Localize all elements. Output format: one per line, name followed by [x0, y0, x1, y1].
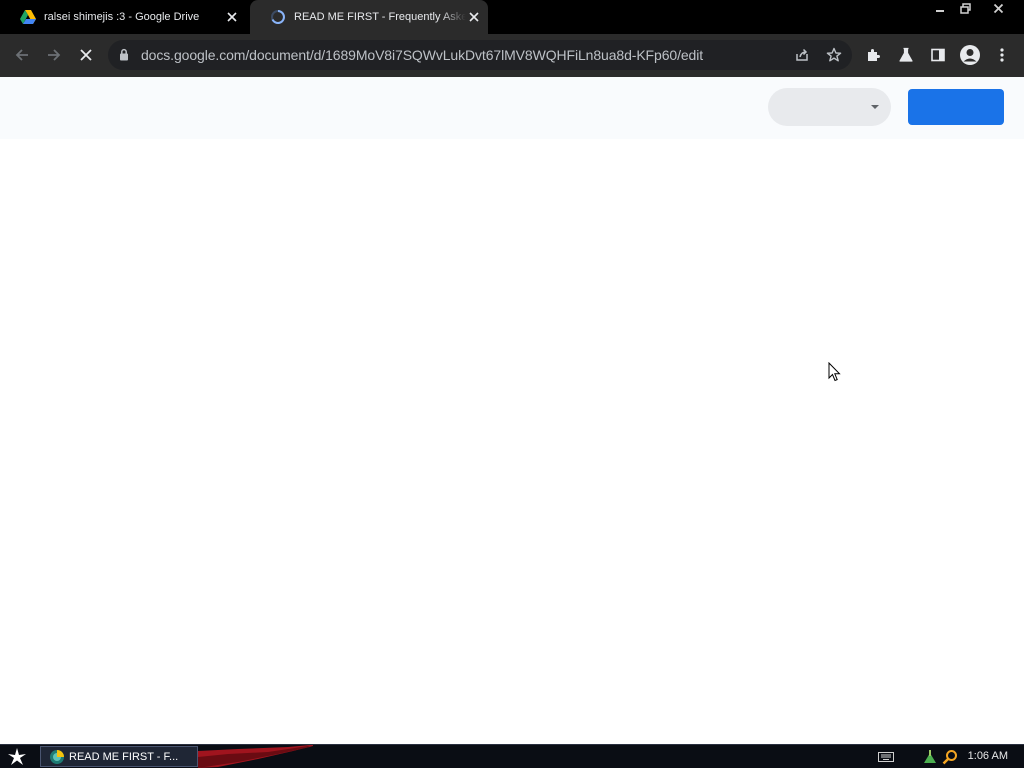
taskbar-item-label: READ ME FIRST - F...: [69, 750, 179, 763]
loading-spinner-icon: [271, 10, 285, 24]
tab-strip: ralsei shimejis :3 - Google Drive READ M…: [0, 0, 1024, 34]
side-panel-icon: [931, 48, 945, 62]
dropdown-arrow-icon: [871, 105, 879, 109]
minimize-button[interactable]: [930, 0, 950, 17]
close-tab-icon[interactable]: [224, 9, 240, 25]
extensions-button[interactable]: [860, 41, 888, 69]
mouse-pointer-icon: [828, 362, 841, 382]
taskbar-item-browser[interactable]: READ ME FIRST - F...: [40, 746, 198, 767]
restore-button[interactable]: [955, 0, 975, 17]
lock-icon[interactable]: [119, 48, 129, 61]
google-drive-icon: [20, 10, 36, 24]
side-panel-button[interactable]: [924, 41, 952, 69]
share-icon: [796, 48, 808, 61]
minimize-icon: [936, 9, 944, 12]
tab-title: READ ME FIRST - Frequently Asked Questio…: [294, 11, 466, 23]
close-icon: [993, 3, 1003, 14]
arrow-left-icon: [15, 49, 28, 61]
wallpaper-strip: [198, 745, 313, 768]
star-icon: [826, 47, 842, 62]
tab-google-drive[interactable]: ralsei shimejis :3 - Google Drive: [0, 0, 246, 34]
search-icon[interactable]: [942, 749, 958, 765]
page-content: [0, 77, 1024, 744]
docs-header-loading: [0, 77, 1024, 139]
tab-title: ralsei shimejis :3 - Google Drive: [44, 11, 200, 23]
back-button[interactable]: [8, 41, 36, 69]
avatar-icon: [960, 45, 980, 65]
browser-app-icon: [50, 749, 64, 764]
browser-toolbar: docs.google.com/document/d/1689MoV8i7SQW…: [0, 34, 1024, 77]
chrome-menu-button[interactable]: [988, 41, 1016, 69]
start-button[interactable]: [4, 746, 30, 768]
system-clock[interactable]: 1:06 AM: [968, 750, 1008, 762]
share-page-button[interactable]: [788, 41, 816, 69]
restore-icon: [959, 3, 971, 14]
stop-loading-button[interactable]: [72, 41, 100, 69]
network-icon[interactable]: [922, 749, 938, 765]
forward-button[interactable]: [40, 41, 68, 69]
tab-read-me-first[interactable]: READ ME FIRST - Frequently Asked Questio…: [250, 0, 488, 34]
arrow-right-icon: [48, 49, 61, 61]
start-star-icon: [8, 748, 26, 765]
more-vert-icon: [1000, 48, 1004, 62]
share-button-placeholder[interactable]: [908, 89, 1004, 125]
keyboard-icon[interactable]: [878, 749, 894, 765]
puzzle-icon: [868, 49, 880, 61]
flask-icon: [899, 47, 913, 62]
bookmark-button[interactable]: [820, 41, 848, 69]
stop-icon: [80, 49, 92, 61]
labs-button[interactable]: [892, 41, 920, 69]
loading-menu-placeholder[interactable]: [768, 88, 891, 126]
taskbar: READ ME FIRST - F... 1:06 AM: [0, 744, 1024, 768]
profile-button[interactable]: [956, 41, 984, 69]
close-window-button[interactable]: [986, 0, 1010, 17]
address-bar[interactable]: docs.google.com/document/d/1689MoV8i7SQW…: [108, 40, 852, 70]
document-canvas: [0, 139, 1024, 744]
url-text[interactable]: docs.google.com/document/d/1689MoV8i7SQW…: [141, 47, 703, 63]
close-tab-icon[interactable]: [466, 9, 482, 25]
